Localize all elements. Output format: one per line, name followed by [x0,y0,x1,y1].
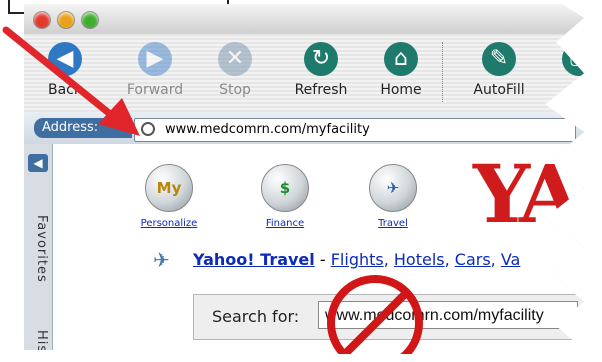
print-icon: ⎙ [562,42,584,76]
torn-window-edge: ◀ Back ▶ Forward ✕ Stop ↻ Refresh ⌂ Home… [24,4,584,350]
web-content: My Personalize $ Finance ✈ Travel YA ✈ Y… [53,144,584,350]
tab-history[interactable]: His [27,322,49,350]
close-window-icon[interactable] [34,12,50,28]
explorer-sidebar: ◀ Favorites His [24,144,53,350]
refresh-button[interactable]: ↻ Refresh [286,42,356,98]
yahoo-logo[interactable]: YA [473,154,581,234]
address-bar: Address: www.medcomrn.com/myfacility [24,112,584,145]
travel-plane-icon: ✈ [369,164,417,212]
hotels-link[interactable]: Hotels [394,250,445,269]
travel-shortcut[interactable]: ✈ Travel [353,164,433,229]
forward-arrow-icon: ▶ [138,42,172,76]
search-label: Search for: [212,307,300,326]
refresh-label: Refresh [294,82,348,98]
print-label: P [574,82,584,98]
zoom-window-icon[interactable] [82,12,98,28]
travel-links-row: ✈ Yahoo! Travel - Flights, Hotels, Cars,… [153,248,521,272]
forward-button[interactable]: ▶ Forward [120,42,190,98]
stop-label: Stop [219,82,251,98]
autofill-pen-icon: ✎ [482,42,516,76]
yahoo-travel-link[interactable]: Yahoo! Travel [193,250,315,269]
search-input[interactable]: www.medcomrn.com/myfacility [318,301,578,329]
toolbar: ◀ Back ▶ Forward ✕ Stop ↻ Refresh ⌂ Home… [24,34,584,113]
finance-chart-icon: $ [261,164,309,212]
stop-button[interactable]: ✕ Stop [200,42,270,98]
tab-favorites[interactable]: Favorites [27,194,49,304]
page-status-icon [141,122,155,136]
flights-link[interactable]: Flights [331,250,384,269]
sidebar-collapse-icon[interactable]: ◀ [28,154,48,172]
my-yahoo-icon: My [145,164,193,212]
search-panel: Search for: www.medcomrn.com/myfacility [193,294,584,340]
personalize-shortcut[interactable]: My Personalize [129,164,209,229]
address-url: www.medcomrn.com/myfacility [165,122,370,137]
travel-link[interactable]: Travel [353,218,433,229]
address-label: Address: [34,118,132,138]
back-arrow-icon: ◀ [48,42,82,76]
toolbar-separator [442,42,444,102]
stop-x-icon: ✕ [218,42,252,76]
home-button[interactable]: ⌂ Home [366,42,436,98]
address-input[interactable]: www.medcomrn.com/myfacility [134,118,576,142]
cars-link[interactable]: Cars [455,250,491,269]
browser-window: ◀ Back ▶ Forward ✕ Stop ↻ Refresh ⌂ Home… [24,4,584,350]
autofill-label: AutoFill [473,82,525,98]
back-label: Back [48,82,82,98]
personalize-link[interactable]: Personalize [129,218,209,229]
minimize-window-icon[interactable] [58,12,74,28]
print-button[interactable]: ⎙ P [544,42,584,98]
title-bar [24,4,584,35]
back-button[interactable]: ◀ Back [30,42,100,98]
airplane-icon: ✈ [153,248,170,272]
refresh-icon: ↻ [304,42,338,76]
forward-label: Forward [126,82,184,98]
home-icon: ⌂ [384,42,418,76]
autofill-button[interactable]: ✎ AutoFill [464,42,534,98]
vacations-link[interactable]: Va [501,250,521,269]
finance-link[interactable]: Finance [245,218,325,229]
finance-shortcut[interactable]: $ Finance [245,164,325,229]
home-label: Home [380,82,422,98]
travel-separator: - [314,250,331,269]
